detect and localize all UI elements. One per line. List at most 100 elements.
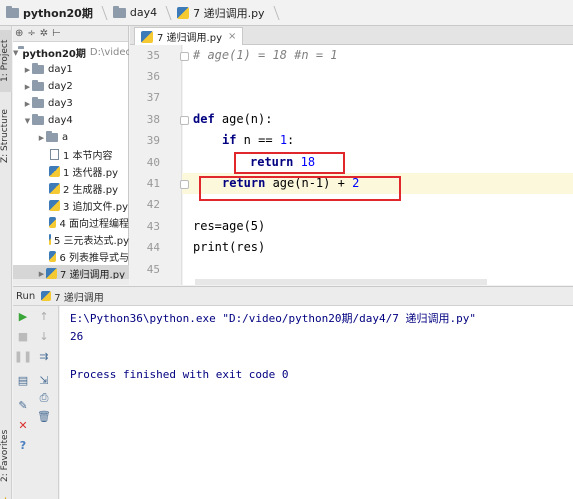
close-icon[interactable]: ✕ [16, 418, 30, 432]
tree-root[interactable]: ▼ python20期 D:\video [13, 44, 129, 61]
tree-item-file[interactable]: 5 三元表达式.py [13, 231, 129, 248]
collapse-icon[interactable]: ⊢ [52, 28, 61, 39]
code-text: n == [236, 133, 280, 147]
python-file-icon [49, 200, 60, 211]
layout-icon[interactable]: ▤ [16, 373, 30, 387]
folder-icon [46, 131, 58, 142]
keyword-def: def [193, 112, 215, 126]
python-file-icon [49, 234, 51, 245]
editor-horizontal-scrollbar[interactable] [195, 279, 487, 285]
tree-item-label: 6 列表推导式与 [59, 253, 129, 264]
tree-item-file[interactable]: 2 生成器.py [13, 180, 129, 197]
tree-item-day1[interactable]: ▶ day1 [13, 61, 129, 78]
folder-icon [32, 80, 44, 91]
folder-icon [32, 97, 44, 108]
tree-item-label: day3 [48, 98, 73, 109]
tree-item-file[interactable]: 3 追加文件.py [13, 197, 129, 214]
python-file-icon [49, 183, 60, 194]
left-tool-strip: 1: Project Z: Structure 2: Favorites ★ [0, 26, 12, 499]
trash-icon[interactable]: 🗑 [37, 409, 51, 423]
highlight-box-return-recursive [199, 176, 401, 201]
code-text: : [287, 133, 295, 147]
tree-item-label: 1 本节内容 [63, 151, 113, 162]
code-comment: # age(1) = 18 #n = 1 [193, 48, 338, 62]
sync-icon[interactable]: ⊕ [15, 28, 23, 39]
editor-tab-label: 7 递归调用.py [157, 33, 222, 44]
structure-tool-tab[interactable]: Z: Structure [0, 100, 12, 172]
run-icon[interactable]: ▶ [16, 309, 30, 323]
breadcrumb-project-label: python20期 [23, 6, 93, 20]
tree-item-a[interactable]: ▶ a [13, 129, 129, 146]
soft-wrap-icon[interactable]: ⇉ [37, 349, 51, 363]
tree-item-label: 2 生成器.py [63, 185, 118, 196]
breadcrumb-project[interactable]: python20期 [2, 0, 109, 26]
pause-icon[interactable]: ❚❚ [14, 349, 32, 363]
tree-item-label: day2 [48, 81, 73, 92]
stop-icon[interactable]: ■ [16, 329, 30, 343]
tree-item-day2[interactable]: ▶ day2 [13, 78, 129, 95]
breadcrumb-folder[interactable]: day4 [109, 0, 173, 26]
scroll-from-source-icon[interactable]: ÷ [27, 28, 35, 39]
code-text: print(res) [193, 240, 266, 254]
python-file-icon [177, 6, 190, 19]
line-number: 40 [146, 156, 160, 169]
chevron-down-icon[interactable]: ▼ [13, 49, 18, 57]
tree-item-day3[interactable]: ▶ day3 [13, 95, 129, 112]
pin-icon[interactable]: ✎ [16, 398, 30, 412]
project-toolbar: ⊕ ÷ ✲ ⊢ [13, 26, 128, 42]
line-number: 42 [146, 198, 160, 211]
chevron-down-icon[interactable]: ▼ [23, 117, 32, 125]
code-number: 1 [279, 133, 288, 147]
help-icon[interactable]: ? [16, 438, 30, 452]
breadcrumb-separator [158, 5, 172, 20]
run-config-label[interactable]: 7 递归调用 [54, 289, 104, 304]
chevron-right-icon[interactable]: ▶ [23, 83, 32, 91]
tree-item-file[interactable]: 1 迭代器.py [13, 163, 129, 180]
line-number: 36 [146, 70, 160, 83]
tree-item-label: a [62, 132, 69, 143]
favorites-tool-tab[interactable]: 2: Favorites [0, 421, 12, 491]
tree-item-file[interactable]: 4 面向过程编程 [13, 214, 129, 231]
chevron-right-icon[interactable]: ▶ [37, 134, 46, 142]
line-number: 43 [146, 220, 160, 233]
keyword-if: if [222, 133, 237, 147]
line-number: 37 [146, 91, 160, 104]
tree-item-label: 3 追加文件.py [63, 202, 128, 213]
editor-tab[interactable]: 7 递归调用.py × [134, 27, 244, 45]
breadcrumb: python20期 day4 7 递归调用.py [0, 0, 573, 26]
arrow-down-icon[interactable]: ↓ [37, 329, 51, 343]
print-icon[interactable]: ⎙ [37, 391, 51, 405]
python-file-icon [41, 291, 52, 301]
run-panel-header: Run 7 递归调用 [13, 286, 573, 306]
project-tool-tab[interactable]: 1: Project [0, 30, 12, 92]
highlight-box-return-18 [234, 152, 345, 174]
arrow-up-icon[interactable]: ↑ [37, 309, 51, 323]
folder-icon [6, 5, 19, 18]
line-number-gutter: 35 36 37 38 39 40 41 42 43 44 45 [130, 45, 182, 285]
python-file-icon [49, 251, 57, 262]
chevron-right-icon[interactable]: ▶ [23, 100, 32, 108]
close-icon[interactable]: × [228, 31, 236, 42]
editor-tab-strip: 7 递归调用.py × [130, 26, 573, 45]
tree-item-label: 5 三元表达式.py [54, 236, 129, 247]
tree-item-file[interactable]: 6 列表推导式与 [13, 248, 129, 265]
console-line-exit: Process finished with exit code 0 [70, 368, 289, 381]
folder-icon [32, 63, 44, 74]
code-text: res=age(5) [193, 219, 266, 233]
chevron-right-icon[interactable]: ▶ [37, 270, 46, 278]
tree-root-label: python20期 [22, 49, 86, 60]
breadcrumb-file-label: 7 递归调用.py [193, 6, 265, 20]
code-line-44: print(res) [193, 237, 265, 258]
horizontal-scrollbar[interactable] [13, 279, 129, 285]
breadcrumb-file[interactable]: 7 递归调用.py [173, 0, 280, 26]
scroll-to-end-icon[interactable]: ⇲ [37, 373, 51, 387]
settings-icon[interactable]: ✲ [40, 28, 48, 39]
code-line-35: # age(1) = 18 #n = 1 [193, 45, 338, 66]
tree-item-label: day1 [48, 64, 73, 75]
tree-item-day4[interactable]: ▼ day4 [13, 112, 129, 129]
tree-item-file[interactable]: 1 本节内容 [13, 146, 129, 163]
python-file-icon [49, 217, 57, 228]
run-console[interactable]: E:\Python36\python.exe "D:/video/python2… [60, 306, 573, 499]
tree-item-label: day4 [48, 115, 73, 126]
chevron-right-icon[interactable]: ▶ [23, 66, 32, 74]
